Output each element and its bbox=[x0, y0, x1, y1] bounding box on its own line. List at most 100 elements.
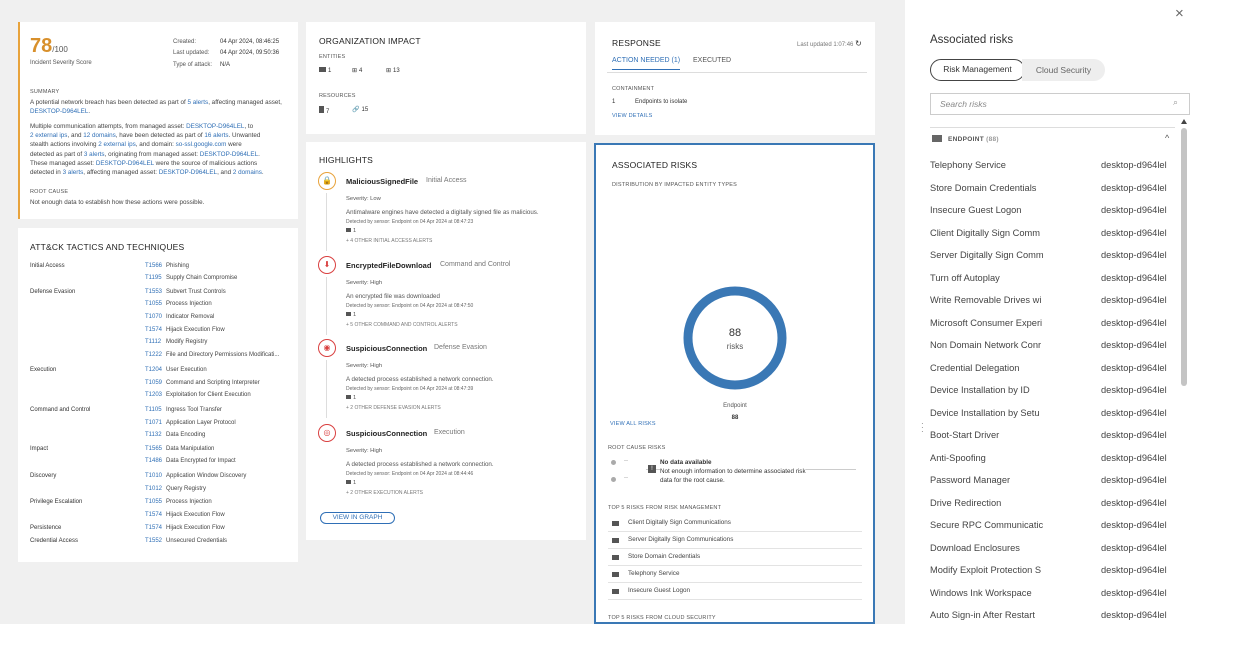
view-in-graph-button[interactable]: VIEW IN GRAPH bbox=[320, 512, 395, 524]
entity-domains[interactable]: ⊞ 13 bbox=[386, 67, 400, 74]
close-icon[interactable]: × bbox=[1175, 5, 1184, 22]
more-alerts-link[interactable]: + 2 OTHER EXECUTION ALERTS bbox=[346, 490, 423, 496]
resource-links[interactable]: 🔗 15 bbox=[352, 106, 368, 113]
risk-row[interactable]: Store Domain Credentials desktop-d964lel bbox=[930, 183, 1175, 199]
technique-id[interactable]: T1112 bbox=[145, 339, 161, 345]
alerts-link[interactable]: 5 alerts bbox=[188, 99, 209, 106]
risk-host: desktop-d964lel bbox=[1101, 205, 1167, 215]
chevron-up-icon[interactable]: ^ bbox=[1165, 133, 1169, 143]
technique-id[interactable]: T1574 bbox=[145, 327, 162, 333]
technique-id[interactable]: T1055 bbox=[145, 499, 162, 505]
risk-row[interactable]: Modify Exploit Protection S desktop-d964l… bbox=[930, 565, 1175, 581]
risk-row[interactable]: Device Installation by Setu desktop-d964l… bbox=[930, 408, 1175, 424]
asset-link[interactable]: DESKTOP-D964LEL bbox=[30, 108, 88, 115]
technique-id[interactable]: T1105 bbox=[145, 407, 162, 413]
technique-id[interactable]: T1132 bbox=[145, 432, 162, 438]
technique-id[interactable]: T1010 bbox=[145, 473, 162, 479]
endpoint-group-label[interactable]: ENDPOINT (88) bbox=[948, 136, 999, 143]
summary-link[interactable]: DESKTOP-D964LEL bbox=[200, 151, 258, 158]
risk-row[interactable]: Microsoft Consumer Experi desktop-d964lel bbox=[930, 318, 1175, 334]
risk-row[interactable]: Turn off Autoplay desktop-d964lel bbox=[930, 273, 1175, 289]
summary-text: , and bbox=[217, 169, 233, 177]
technique-id[interactable]: T1222 bbox=[145, 352, 162, 358]
summary-link[interactable]: 2 external ips bbox=[30, 132, 67, 139]
risk-row[interactable]: Client Digitally Sign Comm desktop-d964le… bbox=[930, 228, 1175, 244]
technique-id[interactable]: T1552 bbox=[145, 538, 162, 544]
risk-row[interactable]: Telephony Service desktop-d964lel bbox=[930, 160, 1175, 176]
technique-id[interactable]: T1071 bbox=[145, 420, 162, 426]
risk-row[interactable]: Server Digitally Sign Comm desktop-d964le… bbox=[930, 250, 1175, 266]
risk-row[interactable]: Auto Sign-in After Restart desktop-d964le… bbox=[930, 610, 1175, 626]
technique-id[interactable]: T1055 bbox=[145, 301, 162, 307]
summary-line[interactable]: These managed asset: DESKTOP-D964LEL wer… bbox=[30, 159, 264, 168]
tab-risk-management[interactable]: Risk Management bbox=[930, 59, 1025, 81]
technique-id[interactable]: T1012 bbox=[145, 486, 162, 492]
technique-id[interactable]: T1565 bbox=[145, 446, 162, 452]
risk-row[interactable]: Insecure Guest Logon desktop-d964lel bbox=[930, 205, 1175, 221]
summary-line[interactable]: 2 external ips, and 12 domains, have bee… bbox=[30, 131, 264, 140]
technique-id[interactable]: T1203 bbox=[145, 392, 162, 398]
entity-endpoints[interactable]: 1 bbox=[319, 67, 331, 74]
top-risk-item[interactable]: Insecure Guest Logon bbox=[628, 587, 690, 594]
summary-link[interactable]: 3 alerts bbox=[63, 169, 84, 176]
technique-id[interactable]: T1574 bbox=[145, 512, 162, 518]
technique-id[interactable]: T1204 bbox=[145, 367, 162, 373]
summary-link[interactable]: DESKTOP-D964LEL bbox=[159, 169, 217, 176]
risk-row[interactable]: Device Installation by ID desktop-d964lel bbox=[930, 385, 1175, 401]
risk-row[interactable]: Secure RPC Communicatic desktop-d964lel bbox=[930, 520, 1175, 536]
summary-line[interactable]: detected as part of 3 alerts, originatin… bbox=[30, 150, 264, 159]
alert-name[interactable]: MaliciousSignedFile bbox=[346, 177, 418, 186]
resource-files[interactable]: 7 bbox=[319, 106, 329, 115]
technique-id[interactable]: T1195 bbox=[145, 275, 162, 281]
risk-row[interactable]: Non Domain Network Conr desktop-d964lel bbox=[930, 340, 1175, 356]
drag-handle-icon[interactable]: · · · bbox=[921, 420, 924, 436]
view-all-risks-link[interactable]: VIEW ALL RISKS bbox=[610, 421, 656, 427]
summary-line[interactable]: detected in 3 alerts, affecting managed … bbox=[30, 168, 264, 177]
more-alerts-link[interactable]: + 2 OTHER DEFENSE EVASION ALERTS bbox=[346, 405, 441, 411]
alert-name[interactable]: SuspiciousConnection bbox=[346, 429, 427, 438]
more-alerts-link[interactable]: + 5 OTHER COMMAND AND CONTROL ALERTS bbox=[346, 322, 458, 328]
technique-id[interactable]: T1553 bbox=[145, 289, 162, 295]
scrollbar-thumb[interactable] bbox=[1181, 128, 1187, 386]
alert-severity: Severity: High bbox=[346, 363, 383, 369]
top-risk-item[interactable]: Server Digitally Sign Communications bbox=[628, 536, 733, 543]
risk-row[interactable]: Write Removable Drives wi desktop-d964lel bbox=[930, 295, 1175, 311]
alert-name[interactable]: SuspiciousConnection bbox=[346, 344, 427, 353]
risk-row[interactable]: Windows Ink Workspace desktop-d964lel bbox=[930, 588, 1175, 604]
top-risk-item[interactable]: Client Digitally Sign Communications bbox=[628, 519, 731, 526]
technique-id[interactable]: T1574 bbox=[145, 525, 162, 531]
summary-line[interactable]: stealth actions involving 2 external ips… bbox=[30, 140, 264, 149]
risk-row[interactable]: Password Manager desktop-d964lel bbox=[930, 475, 1175, 491]
more-alerts-link[interactable]: + 4 OTHER INITIAL ACCESS ALERTS bbox=[346, 238, 432, 244]
tab-cloud-security[interactable]: Cloud Security bbox=[1022, 59, 1105, 81]
alert-name[interactable]: EncryptedFileDownload bbox=[346, 261, 431, 270]
summary-line[interactable]: Multiple communication attempts, from ma… bbox=[30, 122, 264, 131]
risk-row[interactable]: Drive Redirection desktop-d964lel bbox=[930, 498, 1175, 514]
summary-link[interactable]: 3 alerts bbox=[84, 151, 105, 158]
scroll-up-arrow[interactable] bbox=[1181, 119, 1187, 124]
risk-row[interactable]: Anti-Spoofing desktop-d964lel bbox=[930, 453, 1175, 469]
technique-id[interactable]: T1486 bbox=[145, 458, 162, 464]
summary-link[interactable]: 2 external ips bbox=[98, 141, 135, 148]
summary-link[interactable]: DESKTOP-D964LEL bbox=[96, 160, 154, 167]
technique-id[interactable]: T1566 bbox=[145, 263, 162, 269]
view-details-link[interactable]: VIEW DETAILS bbox=[612, 113, 653, 119]
entity-networks[interactable]: ⊞ 4 bbox=[352, 67, 362, 74]
risk-row[interactable]: Download Enclosures desktop-d964lel bbox=[930, 543, 1175, 559]
summary-link[interactable]: 12 domains bbox=[83, 132, 116, 139]
summary-link[interactable]: 2 domains bbox=[233, 169, 262, 176]
tab-action-needed[interactable]: ACTION NEEDED (1) bbox=[612, 57, 681, 70]
summary-link[interactable]: DESKTOP-D964LEL bbox=[186, 123, 244, 130]
summary-link[interactable]: so-ssl.google.com bbox=[176, 141, 227, 148]
risk-row[interactable]: Credential Delegation desktop-d964lel bbox=[930, 363, 1175, 379]
tab-executed[interactable]: EXECUTED bbox=[693, 57, 731, 64]
technique-id[interactable]: T1059 bbox=[145, 380, 162, 386]
refresh-icon[interactable]: ↻ bbox=[855, 39, 862, 48]
row-divider bbox=[608, 599, 862, 600]
technique-id[interactable]: T1070 bbox=[145, 314, 162, 320]
risk-row[interactable]: Boot-Start Driver desktop-d964lel bbox=[930, 430, 1175, 446]
summary-link[interactable]: 16 alerts bbox=[204, 132, 228, 139]
top-risk-item[interactable]: Telephony Service bbox=[628, 570, 679, 577]
top-risk-item[interactable]: Store Domain Credentials bbox=[628, 553, 700, 560]
search-icon[interactable]: ⌕ bbox=[1173, 97, 1178, 108]
